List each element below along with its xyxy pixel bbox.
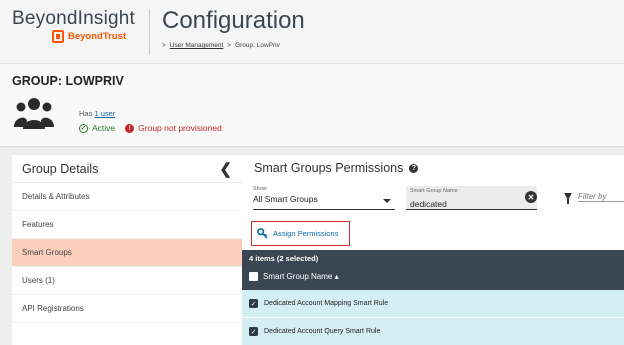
select-all-checkbox[interactable] bbox=[249, 272, 258, 281]
nav-item-details-attributes[interactable]: Details & Attributes bbox=[12, 183, 242, 211]
header-divider bbox=[149, 9, 150, 55]
beyondtrust-logo-icon bbox=[52, 30, 64, 43]
column-header-smart-group-name[interactable]: Smart Group Name ▴ bbox=[249, 272, 339, 281]
user-count: Has 1 user bbox=[79, 109, 115, 118]
breadcrumb-current: Group: LowPriv bbox=[235, 42, 280, 49]
show-value: All Smart Groups bbox=[253, 194, 318, 204]
nav-item-smart-groups[interactable]: Smart Groups bbox=[12, 239, 242, 267]
brand[interactable]: BeyondInsight bbox=[12, 8, 150, 30]
check-circle-icon: ✓ bbox=[79, 123, 88, 133]
vendor-name: BeyondTrust bbox=[68, 31, 127, 42]
row-checkbox[interactable]: ✓ bbox=[249, 327, 258, 336]
status-active: Active bbox=[92, 123, 116, 133]
smart-group-name-label: Smart Group Name bbox=[410, 188, 458, 194]
group-summary: GROUP: LOWPRIV Has 1 user ✓ Active ! Gro… bbox=[0, 64, 624, 147]
breadcrumb-separator: > bbox=[162, 42, 166, 49]
users-group-icon bbox=[14, 98, 54, 129]
nav-item-features[interactable]: Features bbox=[12, 211, 242, 239]
nav-title: Group Details bbox=[22, 161, 99, 176]
dropdown-arrow-icon bbox=[383, 199, 391, 203]
table-row[interactable]: ✓ Dedicated Account Mapping Smart Rule bbox=[242, 290, 624, 318]
assign-permissions-label: Assign Permissions bbox=[273, 229, 339, 238]
row-label: Dedicated Account Query Smart Rule bbox=[264, 328, 381, 335]
panel-title: Smart Groups Permissions bbox=[254, 161, 404, 175]
filter-icon bbox=[564, 193, 572, 204]
nav-item-users[interactable]: Users (1) bbox=[12, 267, 242, 295]
app-header: BeyondInsight BeyondTrust Configuration … bbox=[0, 0, 624, 64]
assign-permissions-button[interactable]: Assign Permissions bbox=[251, 221, 350, 246]
filter-input[interactable] bbox=[578, 192, 624, 202]
row-label: Dedicated Account Mapping Smart Rule bbox=[264, 300, 389, 307]
chevron-left-icon[interactable]: ❮ bbox=[219, 160, 232, 178]
smart-groups-permissions-panel: Smart Groups Permissions ? Show All Smar… bbox=[242, 155, 624, 345]
product-name: BeyondInsight bbox=[12, 8, 136, 29]
table-row[interactable]: ✓ Dedicated Account Query Smart Rule bbox=[242, 318, 624, 345]
panel-title-row: Smart Groups Permissions ? bbox=[254, 161, 419, 175]
grid-header: 4 items (2 selected) Smart Group Name ▴ bbox=[242, 250, 624, 290]
page-title: Configuration bbox=[162, 7, 305, 34]
vendor-logo: BeyondTrust bbox=[52, 30, 126, 43]
help-icon[interactable]: ? bbox=[409, 163, 419, 173]
clear-icon[interactable]: ✕ bbox=[525, 191, 537, 203]
group-status: ✓ Active ! Group not provisioned bbox=[79, 123, 222, 133]
group-title: GROUP: LOWPRIV bbox=[12, 74, 124, 88]
row-checkbox[interactable]: ✓ bbox=[249, 299, 258, 308]
show-label: Show bbox=[253, 186, 267, 192]
smart-group-name-input[interactable] bbox=[410, 199, 510, 209]
breadcrumb-user-management[interactable]: User Management bbox=[170, 42, 223, 49]
exclamation-circle-icon: ! bbox=[125, 123, 135, 133]
nav-header: Group Details ❮ bbox=[12, 155, 242, 183]
has-prefix: Has bbox=[79, 109, 93, 118]
nav-item-api-registrations[interactable]: API Registrations bbox=[12, 295, 242, 323]
users-link[interactable]: 1 user bbox=[94, 109, 115, 118]
group-details-nav: Group Details ❮ Details & Attributes Fea… bbox=[12, 155, 242, 345]
smart-group-name-field: Smart Group Name bbox=[406, 186, 537, 210]
key-icon bbox=[257, 228, 268, 239]
breadcrumb: > User Management > Group: LowPriv bbox=[162, 42, 280, 49]
items-count: 4 items (2 selected) bbox=[249, 254, 319, 263]
show-select[interactable]: Show All Smart Groups bbox=[253, 186, 395, 210]
column-header-label: Smart Group Name ▴ bbox=[263, 272, 339, 281]
status-warning: Group not provisioned bbox=[138, 123, 222, 133]
breadcrumb-separator: > bbox=[227, 42, 232, 49]
